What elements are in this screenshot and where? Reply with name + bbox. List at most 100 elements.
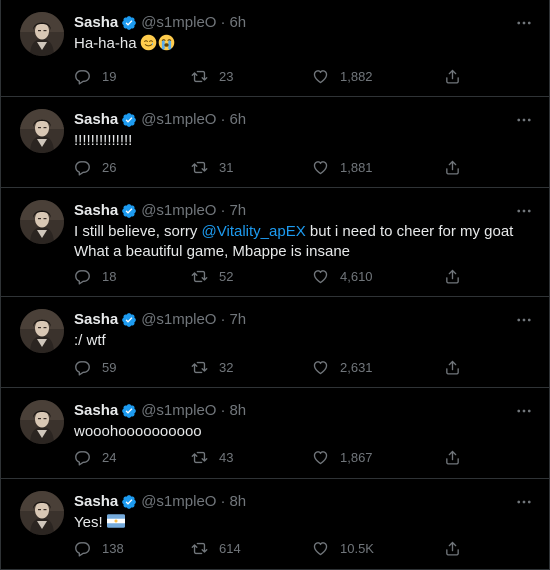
retweet-count: 23 [219, 68, 234, 84]
timestamp[interactable]: 7h [229, 201, 246, 221]
username[interactable]: @s1mpleO [141, 401, 216, 421]
share-button[interactable] [444, 447, 461, 467]
like-button[interactable]: 1,881 [312, 157, 373, 177]
like-button[interactable]: 4,610 [312, 266, 373, 286]
reply-icon [74, 68, 91, 85]
reply-button[interactable]: 24 [74, 447, 116, 467]
avatar[interactable] [20, 12, 64, 56]
verified-badge-icon [121, 15, 137, 31]
retweet-count: 52 [219, 268, 234, 284]
retweet-count: 32 [219, 359, 234, 375]
heart-icon [312, 359, 329, 376]
username[interactable]: @s1mpleO [141, 201, 216, 221]
avatar[interactable] [20, 109, 64, 153]
retweet-button[interactable]: 52 [191, 266, 233, 286]
reply-button[interactable]: 19 [74, 66, 116, 86]
more-options-icon[interactable] [513, 109, 535, 131]
heart-icon [312, 159, 329, 176]
display-name[interactable]: Sasha [74, 110, 118, 130]
reply-button[interactable]: 26 [74, 157, 116, 177]
username[interactable]: @s1mpleO [141, 13, 216, 33]
username[interactable]: @s1mpleO [141, 110, 216, 130]
display-name[interactable]: Sasha [74, 310, 118, 330]
action-bar: 24 43 1,867 [74, 447, 474, 467]
reply-count: 26 [102, 159, 117, 175]
like-button[interactable]: 1,867 [312, 447, 373, 467]
crying-face-emoji [158, 34, 175, 51]
tweet-header: Sasha @s1mpleO · 8h [74, 492, 246, 512]
retweet-button[interactable]: 32 [191, 357, 233, 377]
share-icon [444, 540, 461, 557]
smiling-face-with-tear-emoji [140, 34, 157, 51]
retweet-button[interactable]: 43 [191, 447, 233, 467]
share-button[interactable] [444, 266, 461, 286]
more-options-icon[interactable] [513, 200, 535, 222]
reply-button[interactable]: 138 [74, 538, 124, 558]
reply-button[interactable]: 59 [74, 357, 116, 377]
reply-icon [74, 159, 91, 176]
like-button[interactable]: 10.5K [312, 538, 374, 558]
tweet-text: I still believe, sorry @Vitality_apEX bu… [74, 222, 519, 262]
tweet[interactable]: Sasha @s1mpleO · 8h wooohoooooooooo 24 4… [1, 388, 549, 479]
verified-badge-icon [121, 112, 137, 128]
retweet-button[interactable]: 23 [191, 66, 233, 86]
more-options-icon[interactable] [513, 491, 535, 513]
share-icon [444, 359, 461, 376]
avatar[interactable] [20, 400, 64, 444]
timestamp[interactable]: 8h [229, 492, 246, 512]
share-icon [444, 268, 461, 285]
tweet-text-content: Ha-ha-ha [74, 35, 137, 52]
display-name[interactable]: Sasha [74, 401, 118, 421]
share-button[interactable] [444, 157, 461, 177]
tweet-header: Sasha @s1mpleO · 6h [74, 13, 246, 33]
reply-count: 138 [102, 540, 124, 556]
tweet-text: :/ wtf [74, 331, 519, 351]
timestamp[interactable]: 6h [229, 110, 246, 130]
retweet-count: 43 [219, 449, 234, 465]
like-count: 10.5K [340, 540, 374, 556]
retweet-icon [191, 268, 208, 285]
retweet-button[interactable]: 614 [191, 538, 241, 558]
tweet[interactable]: Sasha @s1mpleO · 7h :/ wtf 59 32 2,631 [1, 297, 549, 388]
timestamp[interactable]: 6h [229, 13, 246, 33]
tweet-header: Sasha @s1mpleO · 6h [74, 110, 246, 130]
username[interactable]: @s1mpleO [141, 492, 216, 512]
like-button[interactable]: 1,882 [312, 66, 373, 86]
separator-dot: · [220, 202, 226, 219]
timestamp[interactable]: 7h [229, 310, 246, 330]
more-options-icon[interactable] [513, 12, 535, 34]
tweet[interactable]: Sasha @s1mpleO · 6h Ha-ha-ha 19 23 1,882 [1, 0, 549, 97]
tweet-text: !!!!!!!!!!!!!! [74, 131, 519, 151]
display-name[interactable]: Sasha [74, 492, 118, 512]
tweet-text: Yes! [74, 513, 519, 533]
avatar[interactable] [20, 491, 64, 535]
heart-icon [312, 68, 329, 85]
display-name[interactable]: Sasha [74, 13, 118, 33]
timestamp[interactable]: 8h [229, 401, 246, 421]
separator-dot: · [220, 14, 226, 31]
retweet-button[interactable]: 31 [191, 157, 233, 177]
like-button[interactable]: 2,631 [312, 357, 373, 377]
share-icon [444, 159, 461, 176]
avatar[interactable] [20, 309, 64, 353]
like-count: 4,610 [340, 268, 373, 284]
reply-button[interactable]: 18 [74, 266, 116, 286]
retweet-count: 31 [219, 159, 234, 175]
tweet[interactable]: Sasha @s1mpleO · 8h Yes! 138 614 10.5K [1, 479, 549, 570]
tweet-text-content: wooohoooooooooo [74, 423, 202, 440]
tweet[interactable]: Sasha @s1mpleO · 7h I still believe, sor… [1, 188, 549, 297]
reply-count: 18 [102, 268, 117, 284]
tweet[interactable]: Sasha @s1mpleO · 6h !!!!!!!!!!!!!! 26 31… [1, 97, 549, 188]
heart-icon [312, 449, 329, 466]
username[interactable]: @s1mpleO [141, 310, 216, 330]
share-button[interactable] [444, 357, 461, 377]
share-button[interactable] [444, 538, 461, 558]
separator-dot: · [220, 493, 226, 510]
more-options-icon[interactable] [513, 309, 535, 331]
display-name[interactable]: Sasha [74, 201, 118, 221]
mention-link[interactable]: @Vitality_apEX [202, 223, 306, 240]
share-button[interactable] [444, 66, 461, 86]
more-options-icon[interactable] [513, 400, 535, 422]
avatar[interactable] [20, 200, 64, 244]
tweet-text-line: I still believe, sorry @Vitality_apEX bu… [74, 222, 519, 242]
